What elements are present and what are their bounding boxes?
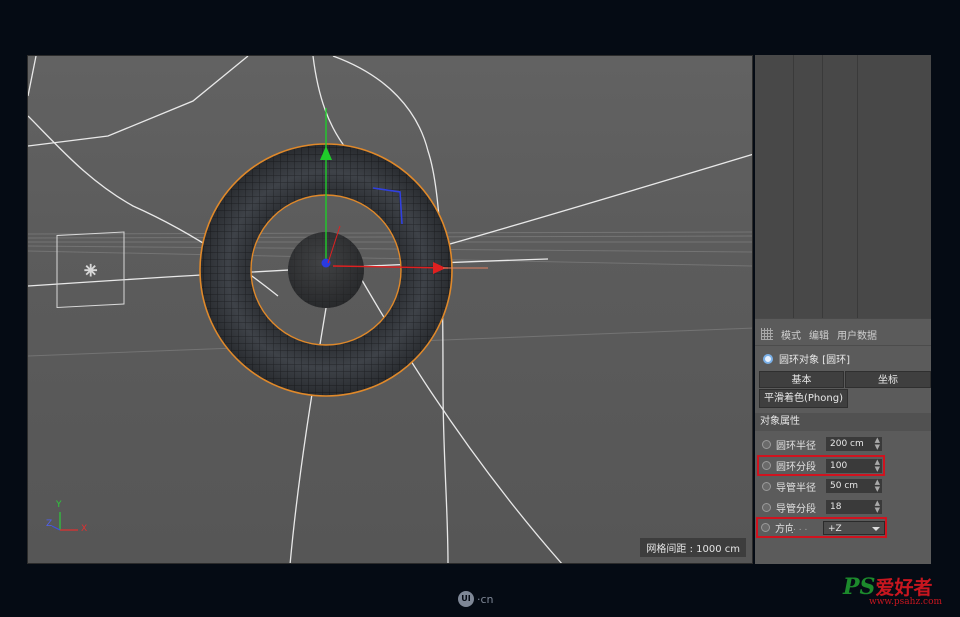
axis-indicator [51,512,78,531]
object-title-text: 圆环对象 [圆环] [779,355,850,366]
param-label-dots: . . . [793,522,808,533]
spinner-icon[interactable]: ▲ ▼ [875,458,880,473]
axis-x-label: X [81,524,88,534]
object-manager-column [794,55,823,318]
scene: ✳ [28,56,752,563]
field-value: 50 cm [830,481,859,491]
watermark-cn: 爱好者 [875,577,933,599]
param-row-pipe-segments: 导管分段 18 ▲ ▼ [759,498,927,516]
tab-coord[interactable]: 坐标 [845,371,931,388]
ui-logo-icon: UI [458,591,474,607]
attribute-manager: 模式 编辑 用户数据 圆环对象 [圆环] 基本 坐标 平滑着色(Phong) 对… [755,319,931,564]
pipe-radius-field[interactable]: 50 cm ▲ ▼ [826,479,882,493]
field-value: 100 [830,460,848,471]
tab-basic[interactable]: 基本 [759,371,844,388]
object-manager-column [755,55,794,318]
param-row-direction: 方向 . . . +Z [756,517,887,538]
watermark-url: www.psahz.com [869,597,943,607]
3d-viewport[interactable]: ✳ Y Z X 网格间距 : 1000 cm [27,55,753,564]
grid-spacing-readout: 网格间距 : 1000 cm [640,538,746,557]
ring-segments-field[interactable]: 100 ▲ ▼ [826,458,882,473]
animate-radio[interactable] [762,461,771,470]
param-row-pipe-radius: 导管半径 50 cm ▲ ▼ [759,477,927,495]
direction-dropdown[interactable]: +Z [823,520,885,535]
logo-suffix: ·cn [477,592,494,606]
watermark: PS爱好者 www.psahz.com [843,573,942,607]
axis-z-label: Z [46,519,53,529]
param-label: 导管半径 [776,482,816,494]
light-object: ✳ [56,231,125,309]
field-value: 200 cm [830,439,864,449]
caret-down-icon [872,526,880,531]
animate-radio[interactable] [762,481,771,491]
menu-user-data[interactable]: 用户数据 [837,327,877,342]
param-label: 圆环分段 [776,462,816,473]
param-row-ring-radius: 圆环半径 200 cm ▲ ▼ [759,435,927,453]
spinner-icon[interactable]: ▲ ▼ [875,437,880,451]
torus-icon [763,353,773,364]
section-object-properties: 对象属性 [755,413,931,431]
axis-y-label: Y [56,500,62,510]
svg-text:✳: ✳ [84,261,97,280]
ring-radius-field[interactable]: 200 cm ▲ ▼ [826,437,882,451]
menu-edit[interactable]: 编辑 [809,327,829,342]
object-title: 圆环对象 [圆环] [763,351,850,366]
param-label: 导管分段 [776,503,816,515]
object-manager-column [823,55,858,318]
param-row-ring-segments: 圆环分段 100 ▲ ▼ [757,455,885,476]
param-label: 圆环半径 [776,440,816,452]
site-logo: UI ·cn [458,591,494,607]
tab-phong[interactable]: 平滑着色(Phong) [759,389,848,408]
spinner-icon[interactable]: ▲ ▼ [875,479,880,493]
dropdown-value: +Z [828,523,842,534]
animate-radio[interactable] [761,523,770,532]
field-value: 18 [830,502,842,512]
animate-radio[interactable] [762,502,771,512]
object-manager[interactable] [755,55,931,318]
animate-radio[interactable] [762,439,771,449]
spinner-icon[interactable]: ▲ ▼ [875,500,880,514]
right-panel: 模式 编辑 用户数据 圆环对象 [圆环] 基本 坐标 平滑着色(Phong) 对… [755,55,931,564]
grid-menu-icon[interactable] [761,328,773,340]
pipe-segments-field[interactable]: 18 ▲ ▼ [826,500,882,514]
attribute-menubar: 模式 编辑 用户数据 [755,323,931,346]
param-label: 方向 [775,524,793,535]
menu-mode[interactable]: 模式 [781,327,801,342]
